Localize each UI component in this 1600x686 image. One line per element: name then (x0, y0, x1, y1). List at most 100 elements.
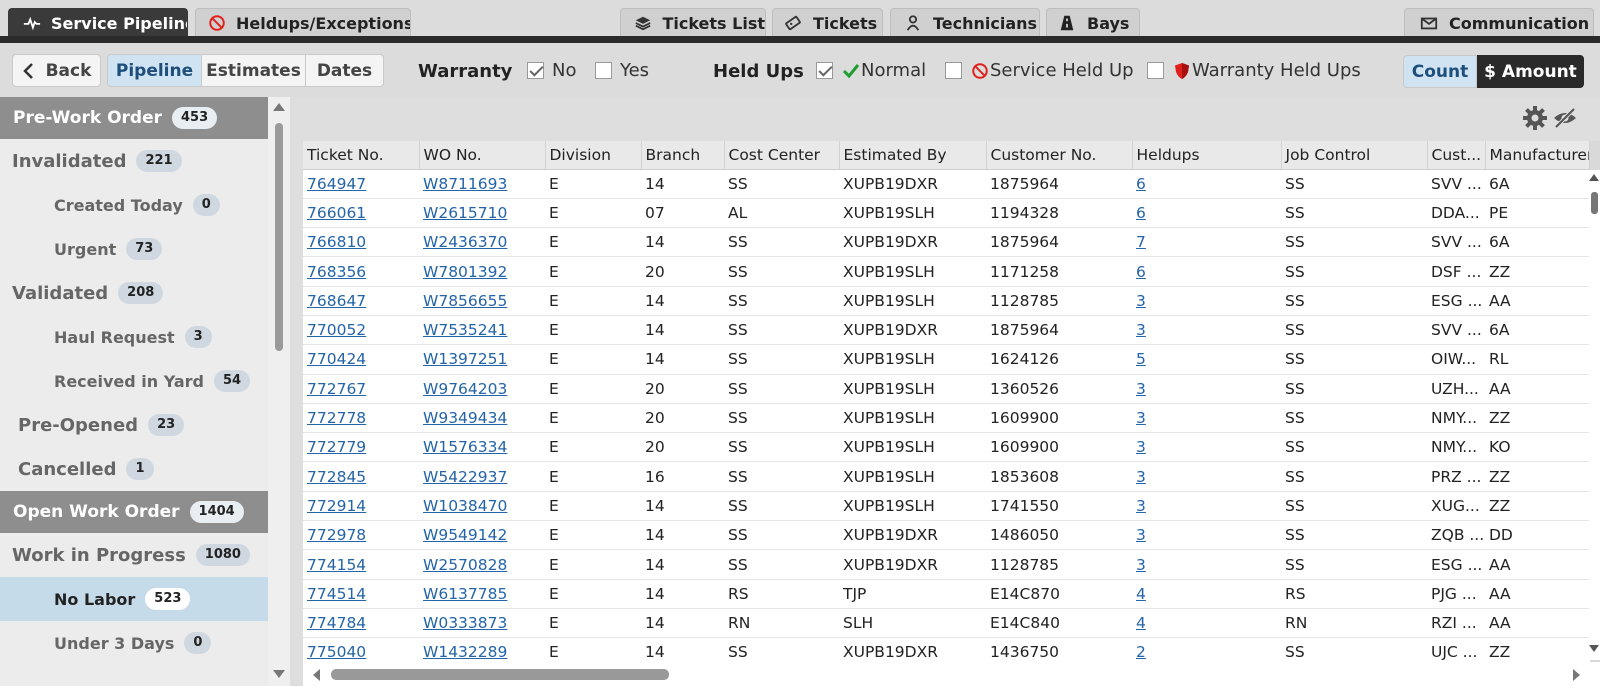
ticket-no-link[interactable]: 774514 (303, 579, 419, 609)
tab-technicians[interactable]: Technicians (890, 8, 1040, 37)
wo-no-link[interactable]: W9764203 (419, 374, 545, 404)
sidebar-item-created-today[interactable]: Created Today 0 (0, 183, 268, 227)
table-row[interactable]: 764947 W8711693 E 14 SS XUPB19DXR 1875964 6 SS SV… (303, 169, 1589, 199)
scroll-left-icon[interactable] (313, 669, 320, 681)
wo-no-link[interactable]: W9349434 (419, 403, 545, 434)
table-row[interactable]: 768647 W7856655 E 14 SS XUPB19SLH 1128785 3 SS ES… (303, 286, 1589, 316)
column-header[interactable]: Cost Center (724, 141, 840, 170)
ticket-no-link[interactable]: 764947 (303, 169, 419, 199)
ticket-no-link[interactable]: 772778 (303, 403, 419, 434)
sidebar-item-validated[interactable]: Validated 208 (0, 271, 268, 315)
scroll-down-icon[interactable] (1589, 645, 1599, 652)
column-header[interactable]: Cust... (1427, 141, 1486, 170)
warranty-held-ups-checkbox[interactable]: Warranty Held Ups (1147, 60, 1361, 81)
heldups-link[interactable]: 6 (1132, 198, 1281, 229)
table-row[interactable]: 772778 W9349434 E 20 SS XUPB19SLH 1609900 3 SS NM… (303, 403, 1589, 434)
wo-no-link[interactable]: W1576334 (419, 432, 545, 463)
ticket-no-link[interactable]: 768647 (303, 286, 419, 316)
wo-no-link[interactable]: W2615710 (419, 198, 545, 229)
wo-no-link[interactable]: W1038470 (419, 491, 545, 522)
sidebar-item-urgent[interactable]: Urgent 73 (0, 227, 268, 271)
column-header[interactable]: Estimated By (839, 141, 987, 170)
scrollbar-thumb[interactable] (1591, 192, 1598, 214)
heldups-link[interactable]: 3 (1132, 315, 1281, 346)
table-row[interactable]: 774154 W2570828 E 14 SS XUPB19DXR 1128785 3 SS ES… (303, 549, 1589, 580)
table-row[interactable]: 768356 W7801392 E 20 SS XUPB19SLH 1171258 6 SS DS… (303, 256, 1589, 287)
warranty-yes-checkbox[interactable]: Yes (595, 60, 649, 81)
sidebar-item-haul-request[interactable]: Haul Request 3 (0, 315, 268, 359)
sidebar-item-cancelled[interactable]: Cancelled 1 (0, 447, 268, 491)
wo-no-link[interactable]: W7801392 (419, 256, 545, 287)
sidebar-item-pre-opened[interactable]: Pre-Opened 23 (0, 403, 268, 447)
tab-tickets[interactable]: Tickets (772, 8, 883, 37)
scroll-down-icon[interactable] (273, 670, 285, 678)
dates-button[interactable]: Dates (305, 54, 384, 87)
heldups-link[interactable]: 3 (1132, 286, 1281, 316)
table-row[interactable]: 774784 W0333873 E 14 RN SLH E14C840 4 RN RZI ... A… (303, 608, 1589, 639)
column-header[interactable]: Customer No. (986, 141, 1133, 170)
wo-no-link[interactable]: W7856655 (419, 286, 545, 316)
column-header[interactable]: Branch (641, 141, 725, 170)
heldups-link[interactable]: 5 (1132, 344, 1281, 375)
ticket-no-link[interactable]: 772845 (303, 461, 419, 492)
back-button[interactable]: Back (12, 54, 101, 87)
table-row[interactable]: 766061 W2615710 E 07 AL XUPB19SLH 1194328 6 SS DD… (303, 198, 1589, 229)
warranty-no-checkbox[interactable]: No (527, 60, 576, 81)
table-row[interactable]: 770424 W1397251 E 14 SS XUPB19SLH 1624126 5 SS OI… (303, 344, 1589, 375)
ticket-no-link[interactable]: 774154 (303, 549, 419, 580)
table-row[interactable]: 766810 W2436370 E 14 SS XUPB19DXR 1875964 7 SS SV… (303, 227, 1589, 258)
heldups-link[interactable]: 3 (1132, 520, 1281, 551)
wo-no-link[interactable]: W8711693 (419, 169, 545, 199)
sidebar-item-no-labor[interactable]: No Labor 523 (0, 577, 268, 621)
ticket-no-link[interactable]: 770424 (303, 344, 419, 375)
heldups-link[interactable]: 3 (1132, 432, 1281, 463)
ticket-no-link[interactable]: 772779 (303, 432, 419, 463)
table-row[interactable]: 772767 W9764203 E 20 SS XUPB19SLH 1360526 3 SS UZ… (303, 374, 1589, 404)
heldups-link[interactable]: 3 (1132, 374, 1281, 404)
wo-no-link[interactable]: W0333873 (419, 608, 545, 639)
ticket-no-link[interactable]: 766061 (303, 198, 419, 229)
sidebar-item-under-3-days[interactable]: Under 3 Days 0 (0, 621, 268, 665)
ticket-no-link[interactable]: 768356 (303, 256, 419, 287)
eye-slash-icon[interactable] (1552, 105, 1578, 131)
gear-icon[interactable] (1522, 105, 1548, 131)
table-row[interactable]: 774514 W6137785 E 14 RS TJP E14C870 4 RS PJG ... A… (303, 579, 1589, 609)
heldups-link[interactable]: 3 (1132, 461, 1281, 492)
grid-vertical-scrollbar[interactable] (1589, 170, 1600, 660)
heldups-link[interactable]: 6 (1132, 169, 1281, 199)
tab-service-pipeline[interactable]: Service Pipeline (8, 8, 188, 37)
grid-horizontal-scrollbar[interactable] (303, 662, 1600, 686)
ticket-no-link[interactable]: 772914 (303, 491, 419, 522)
service-held-up-checkbox[interactable]: Service Held Up (945, 60, 1134, 81)
tab-communication[interactable]: Communication (1404, 8, 1594, 37)
count-toggle-button[interactable]: Count (1403, 55, 1477, 88)
pipeline-button[interactable]: Pipeline (107, 54, 202, 87)
heldups-link[interactable]: 4 (1132, 579, 1281, 609)
tab-heldups-exceptions[interactable]: Heldups/Exceptions (195, 8, 411, 37)
amount-toggle-button[interactable]: $ Amount (1477, 55, 1584, 88)
table-row[interactable]: 772914 W1038470 E 14 SS XUPB19SLH 1741550 3 SS XU… (303, 491, 1589, 522)
heldups-link[interactable]: 6 (1132, 256, 1281, 287)
table-row[interactable]: 772845 W5422937 E 16 SS XUPB19SLH 1853608 3 SS PR… (303, 461, 1589, 492)
sidebar-scrollbar[interactable] (268, 97, 290, 686)
scrollbar-thumb[interactable] (275, 123, 283, 351)
sidebar-group-open-work-order[interactable]: Open Work Order 1404 (0, 491, 268, 533)
heldups-link[interactable]: 3 (1132, 491, 1281, 522)
sidebar-item-invalidated[interactable]: Invalidated 221 (0, 139, 268, 183)
wo-no-link[interactable]: W2436370 (419, 227, 545, 258)
scrollbar-thumb[interactable] (331, 669, 669, 680)
ticket-no-link[interactable]: 772978 (303, 520, 419, 551)
column-header[interactable]: Heldups (1132, 141, 1282, 170)
heldups-link[interactable]: 3 (1132, 549, 1281, 580)
ticket-no-link[interactable]: 772767 (303, 374, 419, 404)
sidebar-group-pre-work-order[interactable]: Pre-Work Order 453 (0, 97, 268, 139)
table-row[interactable]: 770052 W7535241 E 14 SS XUPB19DXR 1875964 3 SS SV… (303, 315, 1589, 346)
tab-bays[interactable]: Bays (1046, 8, 1140, 37)
wo-no-link[interactable]: W1397251 (419, 344, 545, 375)
scroll-right-icon[interactable] (1573, 669, 1580, 681)
estimates-button[interactable]: Estimates (201, 54, 306, 87)
table-row[interactable]: 772779 W1576334 E 20 SS XUPB19SLH 1609900 3 SS NM… (303, 432, 1589, 463)
wo-no-link[interactable]: W5422937 (419, 461, 545, 492)
wo-no-link[interactable]: W9549142 (419, 520, 545, 551)
ticket-no-link[interactable]: 770052 (303, 315, 419, 346)
